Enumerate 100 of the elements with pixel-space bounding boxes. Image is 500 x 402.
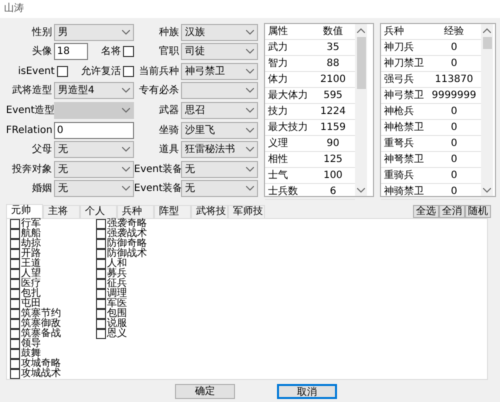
table-cell: 相性 xyxy=(265,152,311,168)
checkbox[interactable] xyxy=(96,319,106,329)
checkbox-label: 王道 xyxy=(21,259,41,269)
chevron-down-icon xyxy=(246,128,254,133)
scroll-up-icon xyxy=(483,28,491,33)
checkbox[interactable] xyxy=(10,299,20,309)
checkbox[interactable] xyxy=(10,319,20,329)
checkbox[interactable] xyxy=(10,229,20,239)
tab[interactable]: 兵种 xyxy=(117,205,154,218)
toolbar-button[interactable]: 随机 xyxy=(465,205,491,218)
checkbox[interactable] xyxy=(10,259,20,269)
checkbox[interactable] xyxy=(123,46,134,58)
checkbox-label: 领导 xyxy=(21,339,41,349)
dropdown[interactable]: 沙里飞 xyxy=(181,122,258,139)
tab[interactable]: 个人 xyxy=(80,205,117,218)
column-header[interactable]: 属性 xyxy=(265,24,311,40)
checkbox[interactable] xyxy=(96,249,106,259)
checkbox[interactable] xyxy=(10,369,20,379)
field-label: 官职 xyxy=(158,44,179,60)
checkbox-label: 防御战术 xyxy=(107,249,147,259)
field-label: 武将造型 xyxy=(11,84,52,98)
chevron-down-icon xyxy=(246,30,254,35)
checkbox[interactable] xyxy=(10,219,20,229)
dropdown[interactable]: 无 xyxy=(181,180,258,198)
toolbar-button[interactable]: 全选 xyxy=(413,205,439,218)
dropdown[interactable]: 无 xyxy=(54,141,134,158)
tab[interactable]: 元帅 xyxy=(6,204,43,218)
checkbox-label: 行军 xyxy=(21,219,41,229)
dropdown[interactable]: 无 xyxy=(54,160,134,178)
checkbox[interactable] xyxy=(10,349,20,359)
checkbox[interactable] xyxy=(10,269,20,279)
checkbox[interactable] xyxy=(96,329,106,339)
field-label: Event装备 xyxy=(134,162,179,177)
chevron-down-icon xyxy=(246,166,254,172)
checkbox[interactable] xyxy=(10,309,20,319)
table-cell: 神骑禁卫 xyxy=(381,184,427,200)
scrollbar[interactable] xyxy=(355,24,367,196)
checkbox[interactable] xyxy=(96,299,106,309)
toolbar-button[interactable]: 全消 xyxy=(439,205,465,218)
checkbox[interactable] xyxy=(96,279,106,289)
checkbox-label: 恩义 xyxy=(107,329,127,339)
table-cell: 强弓兵 xyxy=(381,72,427,88)
field-label: 名将 xyxy=(101,45,121,60)
scrollbar-thumb[interactable] xyxy=(356,37,366,89)
dropdown[interactable]: 男造型4 xyxy=(54,82,134,100)
checkbox[interactable] xyxy=(96,219,106,229)
tab[interactable]: 武将技 xyxy=(191,205,228,218)
input-field[interactable]: 0 xyxy=(54,122,134,139)
dropdown[interactable]: 无 xyxy=(54,180,134,198)
checkbox[interactable] xyxy=(123,66,134,77)
checkbox-label: 募兵 xyxy=(107,269,127,279)
dropdown[interactable]: 男 xyxy=(54,24,134,41)
checkbox-label: 鼓舞 xyxy=(21,349,41,359)
checkbox[interactable] xyxy=(96,289,106,299)
chevron-down-icon xyxy=(246,49,254,54)
dropdown[interactable]: 汉族 xyxy=(181,24,258,41)
dropdown[interactable]: 无 xyxy=(181,160,258,178)
dropdown[interactable]: 思召 xyxy=(181,102,258,120)
dialog-button[interactable]: 确定 xyxy=(175,384,235,399)
table-cell: 重骑兵 xyxy=(381,168,427,184)
checkbox[interactable] xyxy=(96,269,106,279)
checkbox[interactable] xyxy=(96,259,106,269)
dialog-button[interactable]: 取消 xyxy=(277,384,337,399)
field-label: 父母 xyxy=(31,143,52,158)
table-cell: 重弩兵 xyxy=(381,136,427,152)
table-cell: 神刀兵 xyxy=(381,40,427,56)
dropdown[interactable]: 狂雷秘法书 xyxy=(181,141,258,158)
tab[interactable]: 军师技 xyxy=(228,205,265,218)
scrollbar[interactable] xyxy=(481,24,493,196)
checkbox[interactable] xyxy=(10,359,20,369)
field-label: 性别 xyxy=(30,26,52,40)
input-field[interactable]: 18 xyxy=(54,43,88,60)
checkbox-label: 强袭战术 xyxy=(107,229,147,239)
checkbox[interactable] xyxy=(96,239,106,249)
checkbox-label: 攻城战术 xyxy=(21,369,61,379)
dropdown[interactable]: 神弓禁卫 xyxy=(181,62,258,80)
tab[interactable]: 阵型 xyxy=(154,205,191,218)
checkbox[interactable] xyxy=(10,239,20,249)
checkbox[interactable] xyxy=(10,279,20,289)
scrollbar-thumb[interactable] xyxy=(482,37,492,49)
chevron-down-icon xyxy=(246,108,254,114)
field-label: Event装备 xyxy=(134,182,179,196)
checkbox[interactable] xyxy=(96,229,106,239)
column-header[interactable]: 兵种 xyxy=(381,24,427,40)
checkbox-label: 防御奇略 xyxy=(107,239,147,249)
checkbox[interactable] xyxy=(96,309,106,319)
checkbox[interactable] xyxy=(56,66,68,77)
checkbox[interactable] xyxy=(10,339,20,349)
checkbox[interactable] xyxy=(10,329,20,339)
table-cell: 体力 xyxy=(265,72,311,88)
checkbox-label: 筑寨节约 xyxy=(21,309,61,319)
tab[interactable]: 主将 xyxy=(43,205,80,218)
checkbox-label: 劫掠 xyxy=(21,239,41,249)
checkbox-label: 说服 xyxy=(107,319,127,329)
dropdown[interactable]: 司徒 xyxy=(181,43,258,60)
checkbox[interactable] xyxy=(10,249,20,259)
table-cell: 士兵数 xyxy=(265,184,311,200)
field-label: isEvent xyxy=(18,64,55,79)
checkbox[interactable] xyxy=(10,289,20,299)
table-cell: 神枪兵 xyxy=(381,104,427,120)
